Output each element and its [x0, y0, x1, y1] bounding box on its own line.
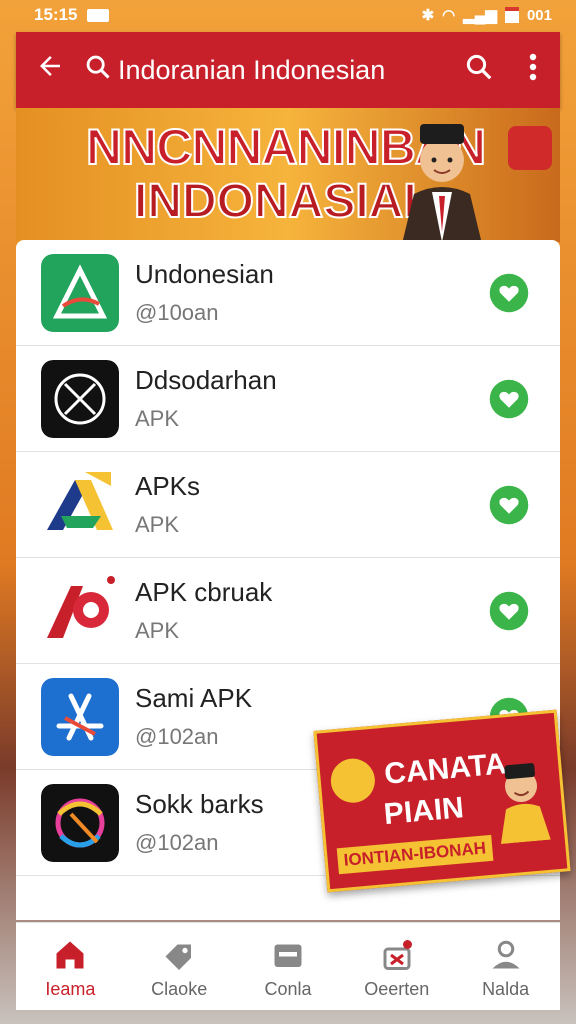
- search-query[interactable]: Indoranian Indonesian: [118, 55, 452, 86]
- search-field-icon: [84, 53, 112, 88]
- tag-icon: [165, 944, 192, 970]
- app-bar: Indoranian Indonesian: [16, 32, 560, 108]
- colorful-a-logo-icon: [41, 465, 119, 544]
- nav-label: Nalda: [482, 979, 530, 999]
- back-button[interactable]: [16, 51, 84, 90]
- bottom-navigation: Ieama Claoke Conla Oeerten Nalda: [16, 922, 560, 1010]
- app-name: Undonesian: [135, 259, 274, 289]
- battery-level: 001: [526, 6, 552, 24]
- app-subtitle: @10oan: [135, 300, 219, 325]
- message-icon: [87, 8, 110, 22]
- heart-icon[interactable]: [488, 378, 530, 420]
- wifi-icon: ◠: [442, 7, 456, 24]
- list-item[interactable]: Undonesian @10oan: [16, 240, 560, 346]
- kid-illustration-icon: [500, 763, 551, 845]
- heart-icon[interactable]: [488, 272, 530, 314]
- heart-icon[interactable]: [488, 590, 530, 632]
- search-icon: [466, 54, 492, 79]
- signal-icon: ▂▄▆: [463, 7, 497, 24]
- promo-subtitle: PIAIN: [382, 791, 466, 832]
- circle-x-logo-icon: [41, 359, 119, 438]
- app-name: APKs: [135, 471, 201, 501]
- app-store-logo-icon: [41, 677, 119, 756]
- search-button[interactable]: [452, 52, 506, 89]
- bluetooth-icon: ✱: [421, 7, 435, 24]
- nav-label: Oeerten: [364, 979, 430, 999]
- person-icon: [492, 940, 520, 969]
- heart-icon[interactable]: [488, 484, 530, 526]
- ring-logo-icon: [41, 783, 119, 862]
- nav-label: Conla: [264, 979, 312, 999]
- brand-badge-icon: [508, 126, 552, 170]
- card-icon: [274, 944, 302, 967]
- status-time: 15:15: [34, 5, 78, 24]
- red-ap-logo-icon: [41, 571, 119, 650]
- nav-categories[interactable]: Claoke: [125, 923, 234, 1010]
- arrow-left-icon: [40, 55, 60, 76]
- nav-home[interactable]: Ieama: [16, 923, 125, 1010]
- app-subtitle: APK: [135, 512, 180, 537]
- app-name: Sami APK: [135, 683, 253, 713]
- nav-profile[interactable]: Nalda: [451, 923, 560, 1010]
- app-subtitle: APK: [135, 406, 180, 431]
- battery-icon: [504, 7, 519, 23]
- list-item[interactable]: Ddsodarhan APK: [16, 346, 560, 452]
- app-name: APK cbruak: [135, 577, 273, 607]
- banner-subheadline: INDONASIAI: [133, 174, 418, 229]
- promo-logo-icon: [329, 756, 377, 805]
- nav-cards[interactable]: Conla: [234, 923, 343, 1010]
- nav-label: Ieama: [45, 979, 96, 999]
- gift-icon: [383, 940, 412, 970]
- list-item[interactable]: APKs APK: [16, 452, 560, 558]
- promo-banner[interactable]: NNCNNANINBAN INDONASIAI: [16, 108, 560, 242]
- promo-tagline: IONTIAN-IBONAH: [336, 834, 494, 875]
- person-illustration-icon: [402, 124, 482, 242]
- app-name: Ddsodarhan: [135, 365, 277, 395]
- green-a-logo-icon: [41, 253, 119, 332]
- more-vert-icon: [529, 53, 537, 80]
- status-bar: 15:15 ✱ ◠ ▂▄▆ 001: [0, 0, 576, 30]
- home-icon: [56, 941, 84, 969]
- nav-offers[interactable]: Oeerten: [342, 923, 451, 1010]
- promo-card[interactable]: CANATA PIAIN IONTIAN-IBONAH: [313, 709, 571, 893]
- more-options-button[interactable]: [506, 52, 560, 89]
- list-item[interactable]: APK cbruak APK: [16, 558, 560, 664]
- app-subtitle: APK: [135, 618, 180, 643]
- nav-label: Claoke: [151, 979, 208, 999]
